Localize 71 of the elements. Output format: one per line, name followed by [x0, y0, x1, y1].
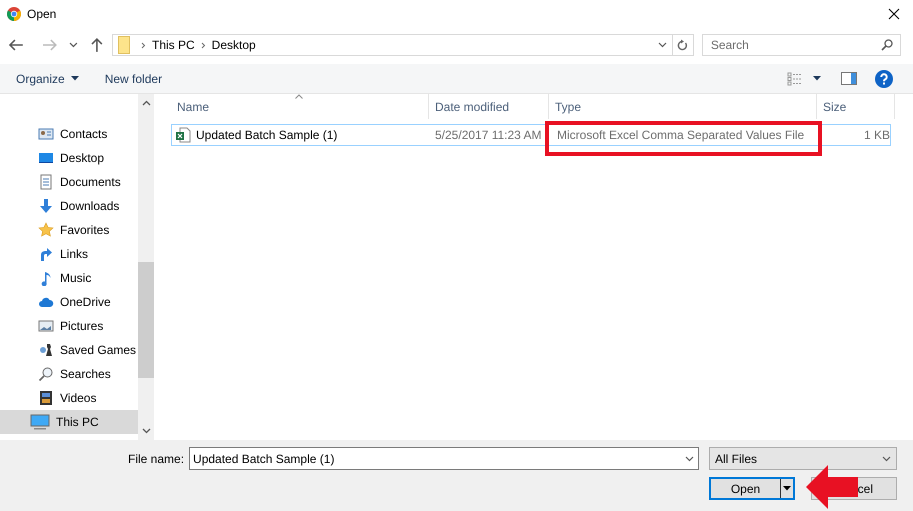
scroll-up-icon[interactable]	[142, 100, 150, 106]
preview-pane-icon[interactable]	[841, 72, 857, 85]
scroll-down-icon[interactable]	[142, 428, 150, 434]
details-view-icon	[787, 72, 803, 86]
file-name-label: File name:	[128, 450, 184, 468]
view-options-button[interactable]	[787, 72, 821, 86]
link-arrow-icon	[38, 246, 54, 262]
file-row[interactable]: Updated Batch Sample (1) 5/25/2017 11:23 AM Microsoft Excel Comma Separated Values File 1 KB	[171, 124, 891, 146]
file-name-caret-icon	[685, 456, 694, 462]
file-name-cell-text: Updated Batch Sample (1)	[196, 127, 338, 144]
sidebar-item[interactable]: OneDrive	[0, 290, 138, 314]
column-header[interactable]: Size	[817, 94, 895, 119]
spreadsheet-file-icon	[175, 127, 191, 143]
breadcrumb-chevron-icon	[200, 42, 206, 48]
sidebar-item[interactable]: Videos	[0, 386, 138, 410]
scroll-thumb[interactable]	[138, 262, 154, 378]
open-button[interactable]: Open	[709, 477, 795, 500]
sidebar-item[interactable]: Contacts	[0, 122, 138, 146]
column-header[interactable]: Name	[171, 94, 429, 119]
sidebar-item[interactable]: Documents	[0, 170, 138, 194]
window-title: Open	[27, 6, 56, 23]
search-field[interactable]: Search	[702, 34, 901, 56]
caret-icon	[813, 76, 821, 81]
type-cell-text: Microsoft Excel Comma Separated Values File	[556, 127, 806, 144]
sidebar-item[interactable]: Saved Games	[0, 338, 138, 362]
pointer-arrow-icon	[806, 463, 858, 511]
back-arrow-icon[interactable]	[8, 38, 24, 52]
column-header[interactable]: Type	[549, 94, 817, 119]
caret-icon[interactable]	[783, 486, 791, 491]
size-cell-text: 1 KB	[862, 127, 890, 144]
computer-icon	[30, 414, 50, 430]
sidebar-scrollbar[interactable]	[138, 94, 154, 440]
down-arrow-icon	[38, 198, 54, 214]
column-header[interactable]: Date modified	[429, 94, 549, 119]
up-arrow-icon[interactable]	[90, 37, 104, 53]
chrome-logo-icon	[7, 7, 21, 21]
sidebar-item[interactable]: This PC	[0, 410, 138, 434]
file-type-dropdown[interactable]: All Files	[709, 447, 897, 470]
game-pieces-icon	[38, 342, 54, 358]
sort-ascending-icon	[295, 94, 303, 99]
breadcrumb-chevron-icon	[140, 42, 146, 48]
sidebar-item[interactable]: Music	[0, 266, 138, 290]
close-icon	[888, 8, 900, 20]
new-folder-button[interactable]: New folder	[104, 70, 162, 88]
help-icon[interactable]	[875, 70, 893, 88]
breadcrumb-item[interactable]: This PC	[152, 36, 195, 54]
date-cell-text: 5/25/2017 11:23 AM	[434, 127, 543, 144]
caret-icon	[70, 76, 79, 81]
sidebar-item[interactable]: Pictures	[0, 314, 138, 338]
sidebar-item[interactable]: Desktop	[0, 146, 138, 170]
sidebar-item[interactable]: Searches	[0, 362, 138, 386]
address-bar[interactable]: This PC Desktop	[112, 34, 694, 56]
refresh-icon[interactable]	[677, 39, 688, 51]
picture-icon	[38, 318, 54, 334]
search-icon	[38, 366, 54, 382]
film-icon	[38, 390, 54, 406]
file-name-field[interactable]: Updated Batch Sample (1)	[189, 447, 700, 470]
desktop-icon	[38, 150, 54, 166]
sidebar-item[interactable]: Favorites	[0, 218, 138, 242]
star-icon	[38, 222, 54, 238]
sidebar-item[interactable]: Links	[0, 242, 138, 266]
search-icon	[881, 39, 893, 51]
contact-card-icon	[38, 126, 54, 142]
recent-caret-icon	[69, 42, 78, 48]
address-history-caret-icon	[658, 42, 667, 48]
breadcrumb-item[interactable]: Desktop	[212, 36, 256, 54]
organize-menu-button[interactable]: Organize	[16, 70, 79, 88]
sidebar-item[interactable]: Downloads	[0, 194, 138, 218]
file-type-caret-icon	[882, 456, 891, 462]
folder-icon	[118, 36, 130, 54]
document-icon	[38, 174, 54, 190]
